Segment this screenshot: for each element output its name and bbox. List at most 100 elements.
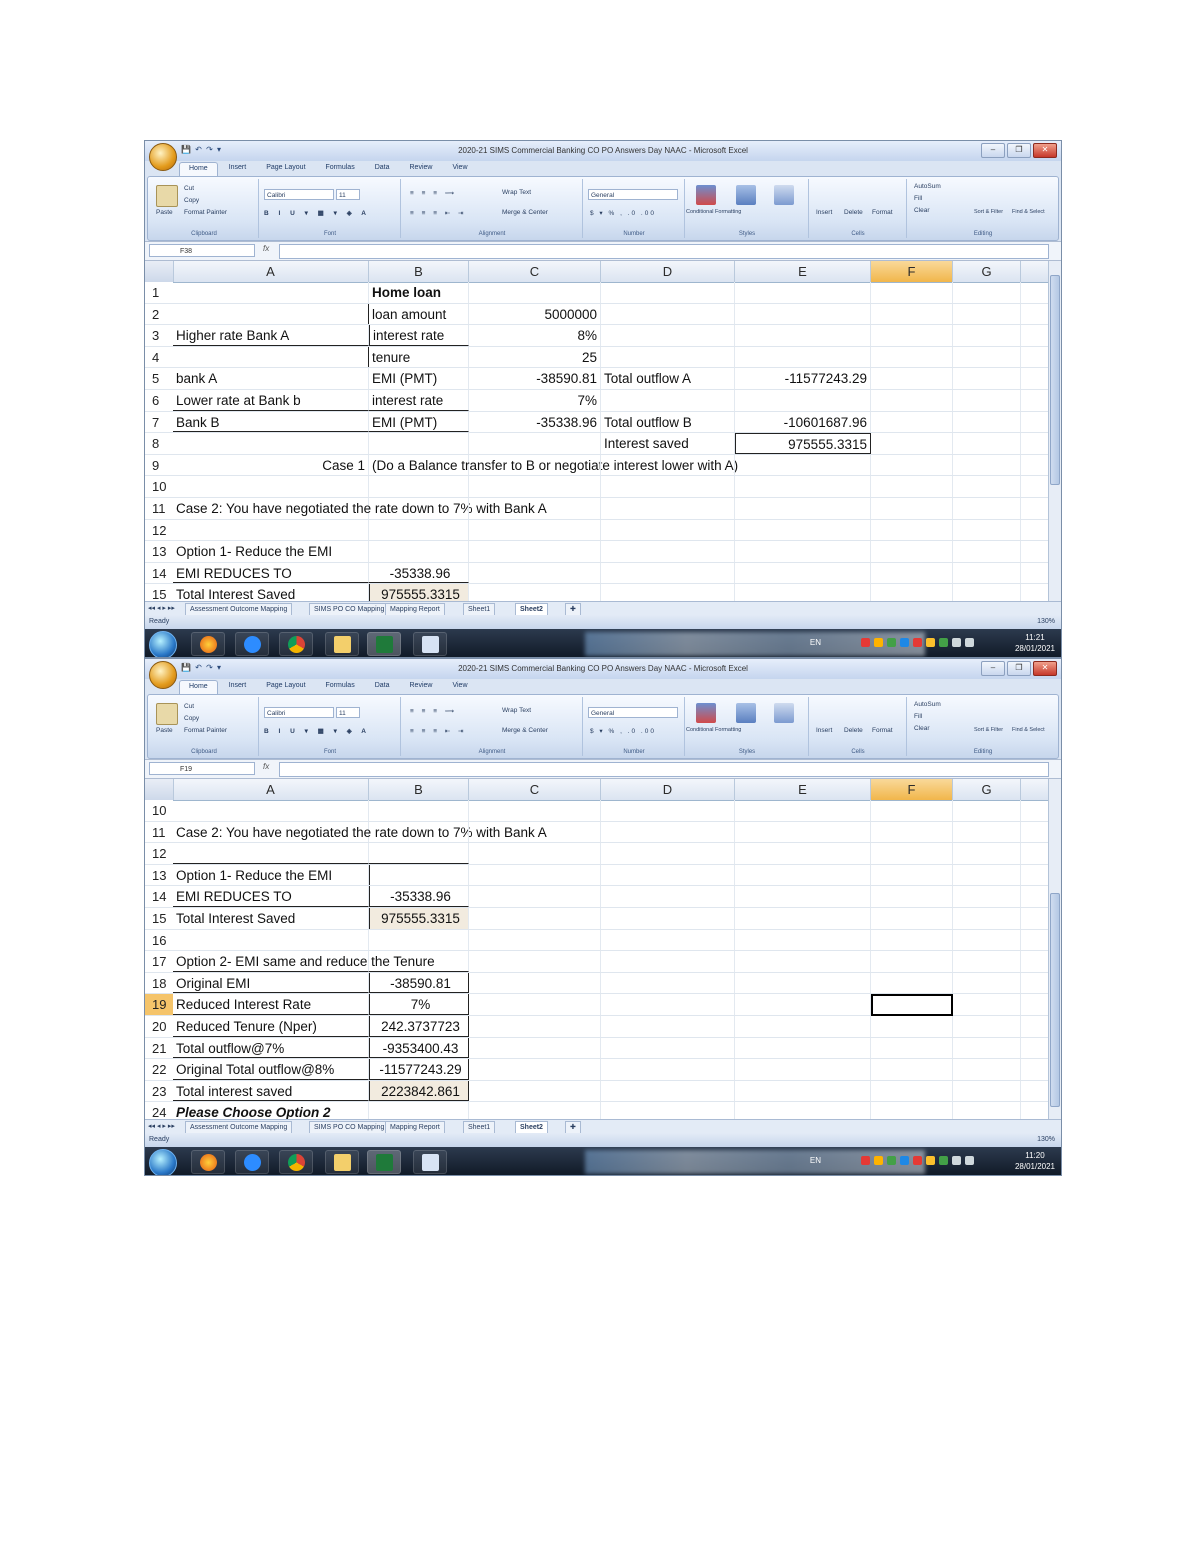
cell-e6[interactable] xyxy=(735,390,871,411)
cell-d10[interactable] xyxy=(601,800,735,821)
cell-f15[interactable] xyxy=(871,908,953,929)
row-header[interactable]: 15 xyxy=(145,908,173,929)
cell-c13[interactable] xyxy=(469,864,601,886)
format-cells-button[interactable]: Format xyxy=(872,727,893,734)
cell-d12[interactable] xyxy=(601,843,735,864)
cell-c13[interactable] xyxy=(469,541,601,562)
font-style-buttons[interactable]: B I U ▾ ▦ ▾ ◈ A xyxy=(264,209,370,217)
cell-d8[interactable]: Interest saved xyxy=(601,433,735,454)
cell-a21[interactable]: Total outflow@7% xyxy=(173,1037,369,1059)
number-buttons[interactable]: $ ▾ % , .0 .00 xyxy=(590,727,656,735)
copy-button[interactable]: Copy xyxy=(184,715,199,722)
cell-c10[interactable] xyxy=(469,476,601,497)
row-header[interactable]: 14 xyxy=(145,886,173,907)
tab-view[interactable]: View xyxy=(443,680,476,694)
cell-e4[interactable] xyxy=(735,346,871,368)
cell-e21[interactable] xyxy=(735,1037,871,1059)
autosum-button[interactable]: AutoSum xyxy=(914,701,941,708)
cell-b3[interactable]: interest rate xyxy=(369,325,469,346)
row-header[interactable]: 6 xyxy=(145,390,173,411)
cell-d13[interactable] xyxy=(601,864,735,886)
cell-d2[interactable] xyxy=(601,303,735,325)
clear-button[interactable]: Clear xyxy=(914,207,930,214)
cell-e10[interactable] xyxy=(735,800,871,821)
start-button[interactable] xyxy=(149,631,177,657)
cell-g15[interactable] xyxy=(953,908,1021,929)
align-buttons[interactable]: ≡ ≡ ≡ ⟿ xyxy=(410,189,457,197)
format-painter-button[interactable]: Format Painter xyxy=(184,727,227,734)
cell-c20[interactable] xyxy=(469,1016,601,1037)
cell-g13[interactable] xyxy=(953,864,1021,886)
cell-d22[interactable] xyxy=(601,1059,735,1080)
cell-e5[interactable]: -11577243.29 xyxy=(735,368,871,389)
cell-f11[interactable] xyxy=(871,498,953,519)
cell-c5[interactable]: -38590.81 xyxy=(469,368,601,389)
column-header-c[interactable]: C xyxy=(469,261,601,282)
cell-f22[interactable] xyxy=(871,1059,953,1080)
cell-a4[interactable] xyxy=(173,346,369,368)
cell-f16[interactable] xyxy=(871,929,953,951)
cell-f18[interactable] xyxy=(871,972,953,994)
row-header[interactable]: 21 xyxy=(145,1037,173,1059)
cell-b8[interactable] xyxy=(369,433,469,454)
cell-a11[interactable]: Case 2: You have negotiated the rate dow… xyxy=(173,821,547,843)
cell-b4[interactable]: tenure xyxy=(369,346,469,368)
format-table-icon[interactable] xyxy=(736,703,756,723)
cell-g20[interactable] xyxy=(953,1016,1021,1037)
conditional-formatting-button[interactable]: Conditional Formatting xyxy=(686,209,741,215)
cell-a5[interactable]: bank A xyxy=(173,368,369,389)
name-box[interactable]: F19 xyxy=(149,762,255,775)
paste-button[interactable]: Paste xyxy=(156,727,173,734)
cell-d13[interactable] xyxy=(601,541,735,562)
column-header-g[interactable]: G xyxy=(953,261,1021,282)
cell-d14[interactable] xyxy=(601,886,735,907)
system-tray[interactable] xyxy=(861,638,1011,650)
cell-a13[interactable]: Option 1- Reduce the EMI xyxy=(173,864,369,886)
cell-d19[interactable] xyxy=(601,994,735,1015)
cell-e15[interactable] xyxy=(735,908,871,929)
cell-a13[interactable]: Option 1- Reduce the EMI xyxy=(173,541,369,562)
cell-d18[interactable] xyxy=(601,972,735,994)
font-name-combo[interactable]: Calibri xyxy=(264,707,334,718)
cell-b2[interactable]: loan amount xyxy=(369,303,469,325)
minimize-button[interactable]: – xyxy=(981,661,1005,676)
cell-g16[interactable] xyxy=(953,929,1021,951)
sheet-nav-arrows[interactable]: ◂◂ ◂ ▸ ▸▸ xyxy=(148,604,175,612)
cell-c14[interactable] xyxy=(469,562,601,584)
tab-home[interactable]: Home xyxy=(179,680,218,694)
cell-a11[interactable]: Case 2: You have negotiated the rate dow… xyxy=(173,498,547,519)
cell-a10[interactable] xyxy=(173,476,369,497)
delete-cells-button[interactable]: Delete xyxy=(844,727,863,734)
row-header[interactable]: 20 xyxy=(145,1016,173,1037)
cell-a18[interactable]: Original EMI xyxy=(173,972,369,994)
tab-review[interactable]: Review xyxy=(401,162,442,176)
cell-f14[interactable] xyxy=(871,886,953,907)
cell-g9[interactable] xyxy=(953,454,1021,476)
minimize-button[interactable]: – xyxy=(981,143,1005,158)
cell-b16[interactable] xyxy=(369,929,469,951)
cell-g11[interactable] xyxy=(953,821,1021,843)
cell-b21[interactable]: -9353400.43 xyxy=(369,1037,469,1059)
column-header-b[interactable]: B xyxy=(369,779,469,800)
find-select-button[interactable]: Find & Select xyxy=(1012,209,1045,215)
cell-d7[interactable]: Total outflow B xyxy=(601,411,735,433)
cell-e18[interactable] xyxy=(735,972,871,994)
cell-e11[interactable] xyxy=(735,498,871,519)
conditional-formatting-icon[interactable] xyxy=(696,185,716,205)
cell-b9[interactable]: (Do a Balance transfer to B or negotiate… xyxy=(369,454,738,476)
row-header[interactable]: 9 xyxy=(145,454,173,476)
worksheet-grid[interactable]: A B C D E F G 1 Home loan 2 loan amount 5000000 3 Hig… xyxy=(145,261,1049,621)
cell-d3[interactable] xyxy=(601,325,735,346)
cell-f1[interactable] xyxy=(871,282,953,303)
cell-d14[interactable] xyxy=(601,562,735,584)
cell-b5[interactable]: EMI (PMT) xyxy=(369,368,469,389)
maximize-button[interactable]: ❐ xyxy=(1007,143,1031,158)
wrap-text-button[interactable]: Wrap Text xyxy=(502,707,531,714)
cell-a7[interactable]: Bank B xyxy=(173,411,369,433)
close-button[interactable]: ✕ xyxy=(1033,143,1057,158)
office-button[interactable] xyxy=(149,143,177,171)
active-cell-cursor[interactable] xyxy=(871,994,953,1016)
column-header-a[interactable]: A xyxy=(173,779,369,800)
cell-f14[interactable] xyxy=(871,562,953,584)
merge-center-button[interactable]: Merge & Center xyxy=(502,727,548,734)
